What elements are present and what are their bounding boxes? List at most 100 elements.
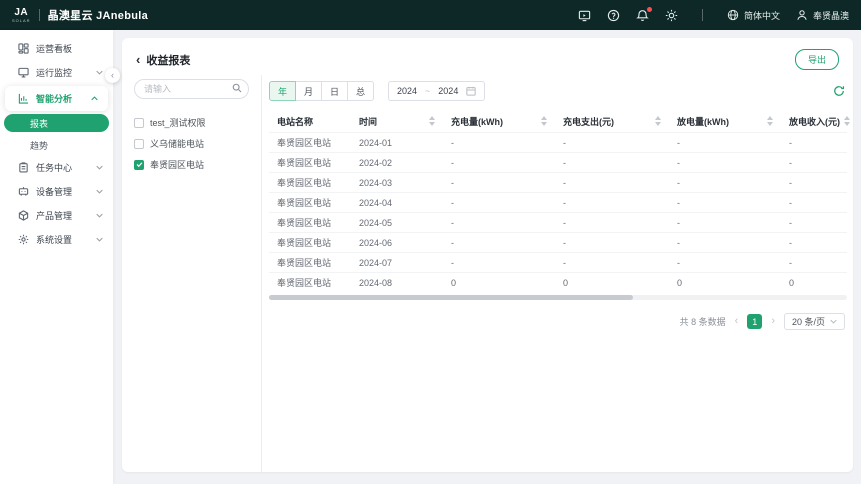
sidebar-item-label: 任务中心 xyxy=(36,162,73,173)
table-row: 奉贤园区电站 2024-07 - - - - xyxy=(269,252,847,272)
column-header-discharge-income[interactable]: 放电收入(元) xyxy=(781,115,850,128)
cell-charge-kwh: - xyxy=(451,137,454,148)
cell-station: 奉贤园区电站 xyxy=(277,218,332,228)
sidebar-item-label: 设备管理 xyxy=(36,186,73,197)
next-page-icon[interactable]: › xyxy=(771,316,775,327)
date-range-separator: ~ xyxy=(425,86,431,96)
refresh-icon[interactable] xyxy=(833,85,845,97)
cell-discharge-income: - xyxy=(789,177,792,188)
table-header: 电站名称 时间 充电量(kWh) 充电支出(元) 放电量(kWh) 放电收入(元… xyxy=(269,110,850,132)
cell-time: 2024-04 xyxy=(359,197,393,208)
column-label: 放电量(kWh) xyxy=(677,116,729,127)
cell-discharge-kwh: - xyxy=(677,177,680,188)
app-title: 晶澳星云 JAnebula xyxy=(47,10,149,22)
cell-charge-kwh: - xyxy=(451,237,454,248)
cell-discharge-income: - xyxy=(789,197,792,208)
pagination: 共 8 条数据 ‹ 1 › 20 条/页 xyxy=(269,313,847,330)
column-header-charge-kwh[interactable]: 充电量(kWh) xyxy=(443,115,555,128)
content-card: ‹ 收益报表 导出 请输入 test_测试权限 义乌储能电站 奉贤园区电站 年 … xyxy=(122,38,853,472)
sidebar-collapse-button[interactable]: ‹ xyxy=(105,68,120,83)
station-option[interactable]: 义乌储能电站 xyxy=(134,133,249,154)
prev-page-icon[interactable]: ‹ xyxy=(735,316,739,327)
language-switcher[interactable]: 简体中文 xyxy=(726,8,780,22)
chevron-down-icon xyxy=(96,70,103,75)
tab-year[interactable]: 年 xyxy=(269,81,296,101)
cell-charge-cost: - xyxy=(563,137,566,148)
page-size-select[interactable]: 20 条/页 xyxy=(783,313,845,330)
back-icon[interactable]: ‹ xyxy=(136,53,140,66)
product-icon xyxy=(17,209,29,221)
table-row: 奉贤园区电站 2024-04 - - - - xyxy=(269,192,847,212)
sidebar-item-label: 系统设置 xyxy=(36,234,73,245)
column-header-discharge-kwh[interactable]: 放电量(kWh) xyxy=(669,115,781,128)
cell-station: 奉贤园区电站 xyxy=(277,238,332,248)
tab-day[interactable]: 日 xyxy=(321,81,348,101)
sort-icon[interactable] xyxy=(429,116,435,126)
cell-time: 2024-02 xyxy=(359,157,393,168)
topbar: JA SOLAR 晶澳星云 JAnebula 简体中文 奉贤晶澳 xyxy=(0,0,861,30)
search-icon[interactable] xyxy=(232,83,242,93)
column-label: 时间 xyxy=(359,116,378,127)
column-label: 放电收入(元) xyxy=(789,116,840,127)
table-row: 奉贤园区电站 2024-06 - - - - xyxy=(269,232,847,252)
screen-icon[interactable] xyxy=(578,8,592,22)
sidebar-subitem-report[interactable]: 报表 xyxy=(4,114,109,132)
main-area: ‹ 收益报表 导出 请输入 test_测试权限 义乌储能电站 奉贤园区电站 年 … xyxy=(113,30,861,484)
theme-icon[interactable] xyxy=(665,8,679,22)
column-header-charge-cost[interactable]: 充电支出(元) xyxy=(555,115,669,128)
cell-discharge-income: 0 xyxy=(789,277,795,288)
export-button[interactable]: 导出 xyxy=(794,49,839,70)
report-table: 电站名称 时间 充电量(kWh) 充电支出(元) 放电量(kWh) 放电收入(元… xyxy=(269,110,850,300)
period-tab-group: 年 月 日 总 xyxy=(269,81,374,101)
total-count-text: 共 8 条数据 xyxy=(679,317,726,327)
sort-icon[interactable] xyxy=(844,116,850,126)
controls-row: 年 月 日 总 2024 ~ 2024 xyxy=(269,81,847,101)
bell-icon[interactable] xyxy=(636,7,652,22)
cell-charge-cost: - xyxy=(563,157,566,168)
cell-charge-kwh: - xyxy=(451,157,454,168)
cell-time: 2024-06 xyxy=(359,237,393,248)
chevron-up-icon xyxy=(91,95,98,101)
notification-badge xyxy=(646,7,652,12)
cell-time: 2024-07 xyxy=(359,257,393,268)
column-header-time[interactable]: 时间 xyxy=(351,115,443,128)
sidebar-item-settings[interactable]: 系统设置 xyxy=(0,227,113,251)
chevron-down-icon xyxy=(96,237,103,242)
sidebar-item-tasks[interactable]: 任务中心 xyxy=(0,155,113,179)
sidebar-item-analysis[interactable]: 智能分析 xyxy=(5,87,108,109)
cell-charge-cost: - xyxy=(563,217,566,228)
cell-station: 奉贤园区电站 xyxy=(277,178,332,188)
tab-month[interactable]: 月 xyxy=(295,81,322,101)
language-label: 简体中文 xyxy=(743,10,780,21)
tab-total[interactable]: 总 xyxy=(347,81,374,101)
sort-icon[interactable] xyxy=(541,116,547,126)
help-icon[interactable] xyxy=(607,8,621,22)
sidebar-item-monitoring[interactable]: 运行监控 xyxy=(0,60,113,84)
table-row: 奉贤园区电站 2024-02 - - - - xyxy=(269,152,847,172)
sidebar-item-dashboard[interactable]: 运营看板 xyxy=(0,36,113,60)
station-option[interactable]: test_测试权限 xyxy=(134,112,249,133)
user-menu[interactable]: 奉贤晶澳 xyxy=(795,8,849,22)
dashboard-icon xyxy=(17,42,29,54)
sidebar-item-devices[interactable]: 设备管理 xyxy=(0,179,113,203)
station-list: test_测试权限 义乌储能电站 奉贤园区电站 xyxy=(134,112,249,175)
page-number-button[interactable]: 1 xyxy=(747,314,763,329)
sidebar-item-products[interactable]: 产品管理 xyxy=(0,203,113,227)
sidebar-subitem-trend[interactable]: 趋势 xyxy=(0,135,113,155)
station-option[interactable]: 奉贤园区电站 xyxy=(134,154,249,175)
sort-icon[interactable] xyxy=(767,116,773,126)
cell-station: 奉贤园区电站 xyxy=(277,258,332,268)
cell-discharge-kwh: - xyxy=(677,137,680,148)
sort-icon[interactable] xyxy=(655,116,661,126)
user-icon xyxy=(795,8,809,22)
chevron-down-icon xyxy=(96,213,103,218)
date-range-picker[interactable]: 2024 ~ 2024 xyxy=(388,81,486,101)
horizontal-scrollbar[interactable] xyxy=(269,295,847,300)
scrollbar-thumb[interactable] xyxy=(269,295,634,300)
topbar-divider xyxy=(38,9,40,21)
cell-charge-cost: - xyxy=(563,257,566,268)
cell-discharge-kwh: - xyxy=(677,157,680,168)
task-icon xyxy=(17,161,29,173)
sidebar-item-label: 运营看板 xyxy=(36,43,73,54)
cell-time: 2024-05 xyxy=(359,217,393,228)
